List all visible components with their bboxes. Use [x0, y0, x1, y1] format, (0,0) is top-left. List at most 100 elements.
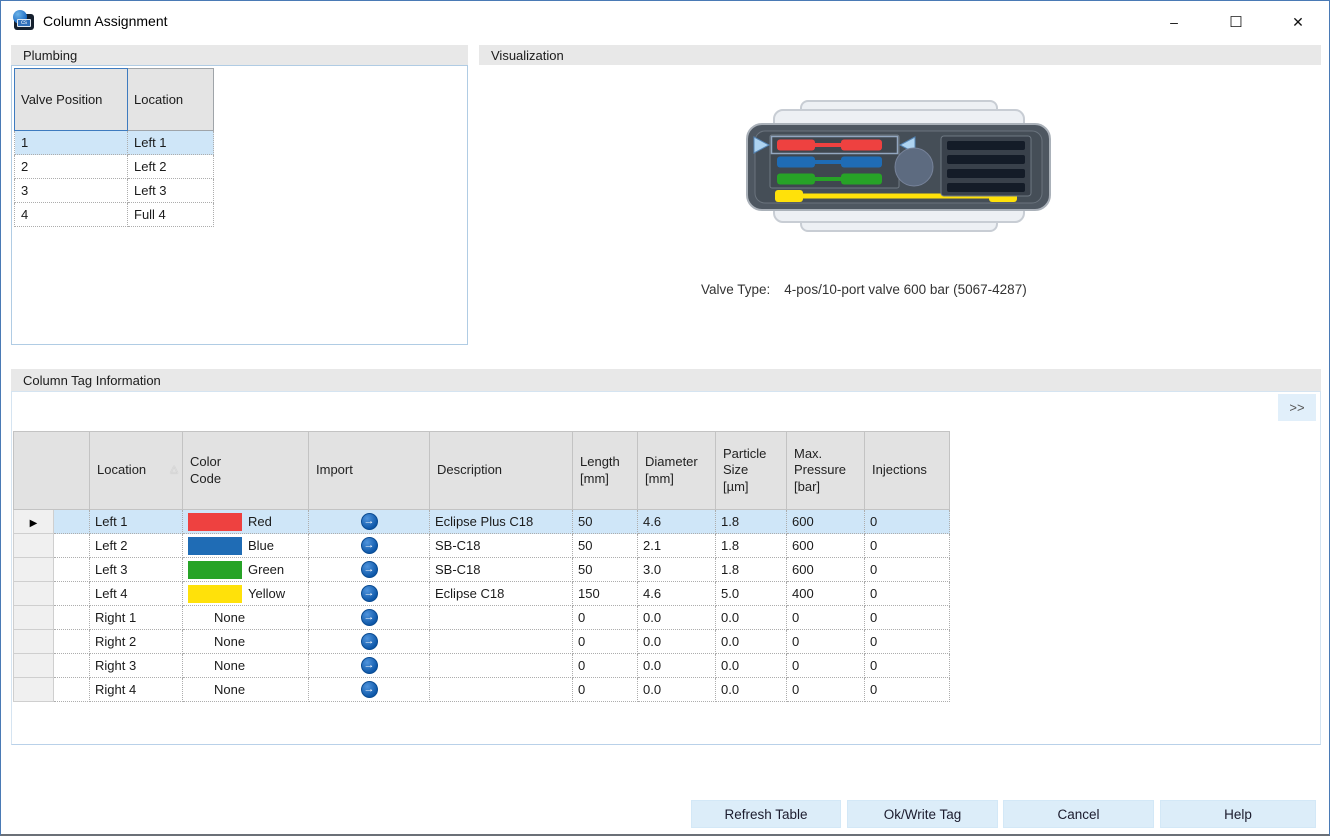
tag-row[interactable]: ▶ Left 1 Red → Eclipse Plus C18 50 4.6 1.8 600 0 [13, 509, 950, 534]
length-cell[interactable]: 50 [572, 557, 638, 582]
particle-size-cell[interactable]: 1.8 [715, 509, 787, 534]
particle-size-cell[interactable]: 0.0 [715, 605, 787, 630]
color-code-cell[interactable]: Yellow [182, 581, 309, 606]
cancel-button[interactable]: Cancel [1003, 800, 1154, 828]
valve-position-cell[interactable]: 1 [14, 130, 128, 155]
location-cell[interactable]: Right 2 [89, 629, 183, 654]
diameter-cell[interactable]: 0.0 [637, 653, 716, 678]
column-tag-table[interactable]: Location △ Color Code Import Description … [13, 431, 950, 702]
diameter-cell[interactable]: 0.0 [637, 605, 716, 630]
tag-row[interactable]: Right 3 None → 0 0.0 0.0 0 0 [13, 653, 950, 678]
particle-size-cell[interactable]: 1.8 [715, 557, 787, 582]
tag-header-color-code[interactable]: Color Code [182, 431, 309, 510]
color-code-cell[interactable]: Red [182, 509, 309, 534]
tag-header-injections[interactable]: Injections [864, 431, 950, 510]
row-selector-cell[interactable] [13, 629, 54, 654]
length-cell[interactable]: 50 [572, 509, 638, 534]
location-cell[interactable]: Left 1 [127, 130, 214, 155]
diameter-cell[interactable]: 0.0 [637, 629, 716, 654]
injections-cell[interactable]: 0 [864, 557, 950, 582]
tag-row[interactable]: Right 1 None → 0 0.0 0.0 0 0 [13, 605, 950, 630]
row-selector-cell[interactable] [13, 677, 54, 702]
max-pressure-cell[interactable]: 0 [786, 605, 865, 630]
max-pressure-cell[interactable]: 0 [786, 653, 865, 678]
injections-cell[interactable]: 0 [864, 605, 950, 630]
refresh-table-button[interactable]: Refresh Table [691, 800, 841, 828]
color-code-cell[interactable]: Blue [182, 533, 309, 558]
tag-header-diameter[interactable]: Diameter [mm] [637, 431, 716, 510]
color-code-cell[interactable]: None [182, 605, 309, 630]
row-selector-cell[interactable] [13, 581, 54, 606]
location-cell[interactable]: Left 4 [89, 581, 183, 606]
description-cell[interactable]: SB-C18 [429, 533, 573, 558]
tag-row[interactable]: Right 2 None → 0 0.0 0.0 0 0 [13, 629, 950, 654]
injections-cell[interactable]: 0 [864, 677, 950, 702]
tag-header-length[interactable]: Length [mm] [572, 431, 638, 510]
color-code-cell[interactable]: Green [182, 557, 309, 582]
import-button[interactable]: → [360, 609, 378, 627]
close-button[interactable]: ✕ [1267, 1, 1329, 43]
location-cell[interactable]: Left 2 [89, 533, 183, 558]
tag-row[interactable]: Left 2 Blue → SB-C18 50 2.1 1.8 600 0 [13, 533, 950, 558]
max-pressure-cell[interactable]: 0 [786, 629, 865, 654]
row-selector-cell[interactable]: ▶ [13, 509, 54, 534]
description-cell[interactable]: Eclipse C18 [429, 581, 573, 606]
length-cell[interactable]: 0 [572, 629, 638, 654]
location-cell[interactable]: Left 2 [127, 154, 214, 179]
description-cell[interactable] [429, 653, 573, 678]
diameter-cell[interactable]: 0.0 [637, 677, 716, 702]
plumbing-row[interactable]: 1 Left 1 [14, 130, 214, 155]
plumbing-row[interactable]: 3 Left 3 [14, 178, 214, 203]
location-cell[interactable]: Left 3 [127, 178, 214, 203]
tag-row[interactable]: Left 3 Green → SB-C18 50 3.0 1.8 600 0 [13, 557, 950, 582]
help-button[interactable]: Help [1160, 800, 1316, 828]
row-selector-cell[interactable] [13, 557, 54, 582]
color-code-cell[interactable]: None [182, 677, 309, 702]
injections-cell[interactable]: 0 [864, 653, 950, 678]
color-code-cell[interactable]: None [182, 629, 309, 654]
tag-header-particle-size[interactable]: Particle Size [µm] [715, 431, 787, 510]
diameter-cell[interactable]: 2.1 [637, 533, 716, 558]
injections-cell[interactable]: 0 [864, 629, 950, 654]
description-cell[interactable] [429, 605, 573, 630]
valve-position-cell[interactable]: 4 [14, 202, 128, 227]
expand-columns-button[interactable]: >> [1278, 394, 1316, 421]
location-cell[interactable]: Left 3 [89, 557, 183, 582]
description-cell[interactable] [429, 677, 573, 702]
tag-header-description[interactable]: Description [429, 431, 573, 510]
maximize-button[interactable]: ☐ [1205, 1, 1267, 43]
import-button[interactable]: → [360, 585, 378, 603]
row-selector-cell[interactable] [13, 605, 54, 630]
length-cell[interactable]: 0 [572, 653, 638, 678]
particle-size-cell[interactable]: 0.0 [715, 653, 787, 678]
length-cell[interactable]: 0 [572, 605, 638, 630]
minimize-button[interactable]: – [1143, 1, 1205, 43]
description-cell[interactable] [429, 629, 573, 654]
import-button[interactable]: → [360, 633, 378, 651]
diameter-cell[interactable]: 4.6 [637, 509, 716, 534]
length-cell[interactable]: 50 [572, 533, 638, 558]
location-cell[interactable]: Left 1 [89, 509, 183, 534]
length-cell[interactable]: 150 [572, 581, 638, 606]
particle-size-cell[interactable]: 5.0 [715, 581, 787, 606]
plumbing-row[interactable]: 2 Left 2 [14, 154, 214, 179]
row-selector-cell[interactable] [13, 653, 54, 678]
color-code-cell[interactable]: None [182, 653, 309, 678]
plumbing-row[interactable]: 4 Full 4 [14, 202, 214, 227]
length-cell[interactable]: 0 [572, 677, 638, 702]
import-button[interactable]: → [360, 537, 378, 555]
description-cell[interactable]: Eclipse Plus C18 [429, 509, 573, 534]
injections-cell[interactable]: 0 [864, 581, 950, 606]
location-cell[interactable]: Full 4 [127, 202, 214, 227]
injections-cell[interactable]: 0 [864, 533, 950, 558]
max-pressure-cell[interactable]: 0 [786, 677, 865, 702]
max-pressure-cell[interactable]: 600 [786, 533, 865, 558]
import-button[interactable]: → [360, 657, 378, 675]
plumbing-header-location[interactable]: Location [127, 68, 214, 131]
max-pressure-cell[interactable]: 600 [786, 557, 865, 582]
particle-size-cell[interactable]: 1.8 [715, 533, 787, 558]
diameter-cell[interactable]: 4.6 [637, 581, 716, 606]
tag-header-location[interactable]: Location △ [89, 431, 183, 510]
max-pressure-cell[interactable]: 600 [786, 509, 865, 534]
ok-write-tag-button[interactable]: Ok/Write Tag [847, 800, 998, 828]
